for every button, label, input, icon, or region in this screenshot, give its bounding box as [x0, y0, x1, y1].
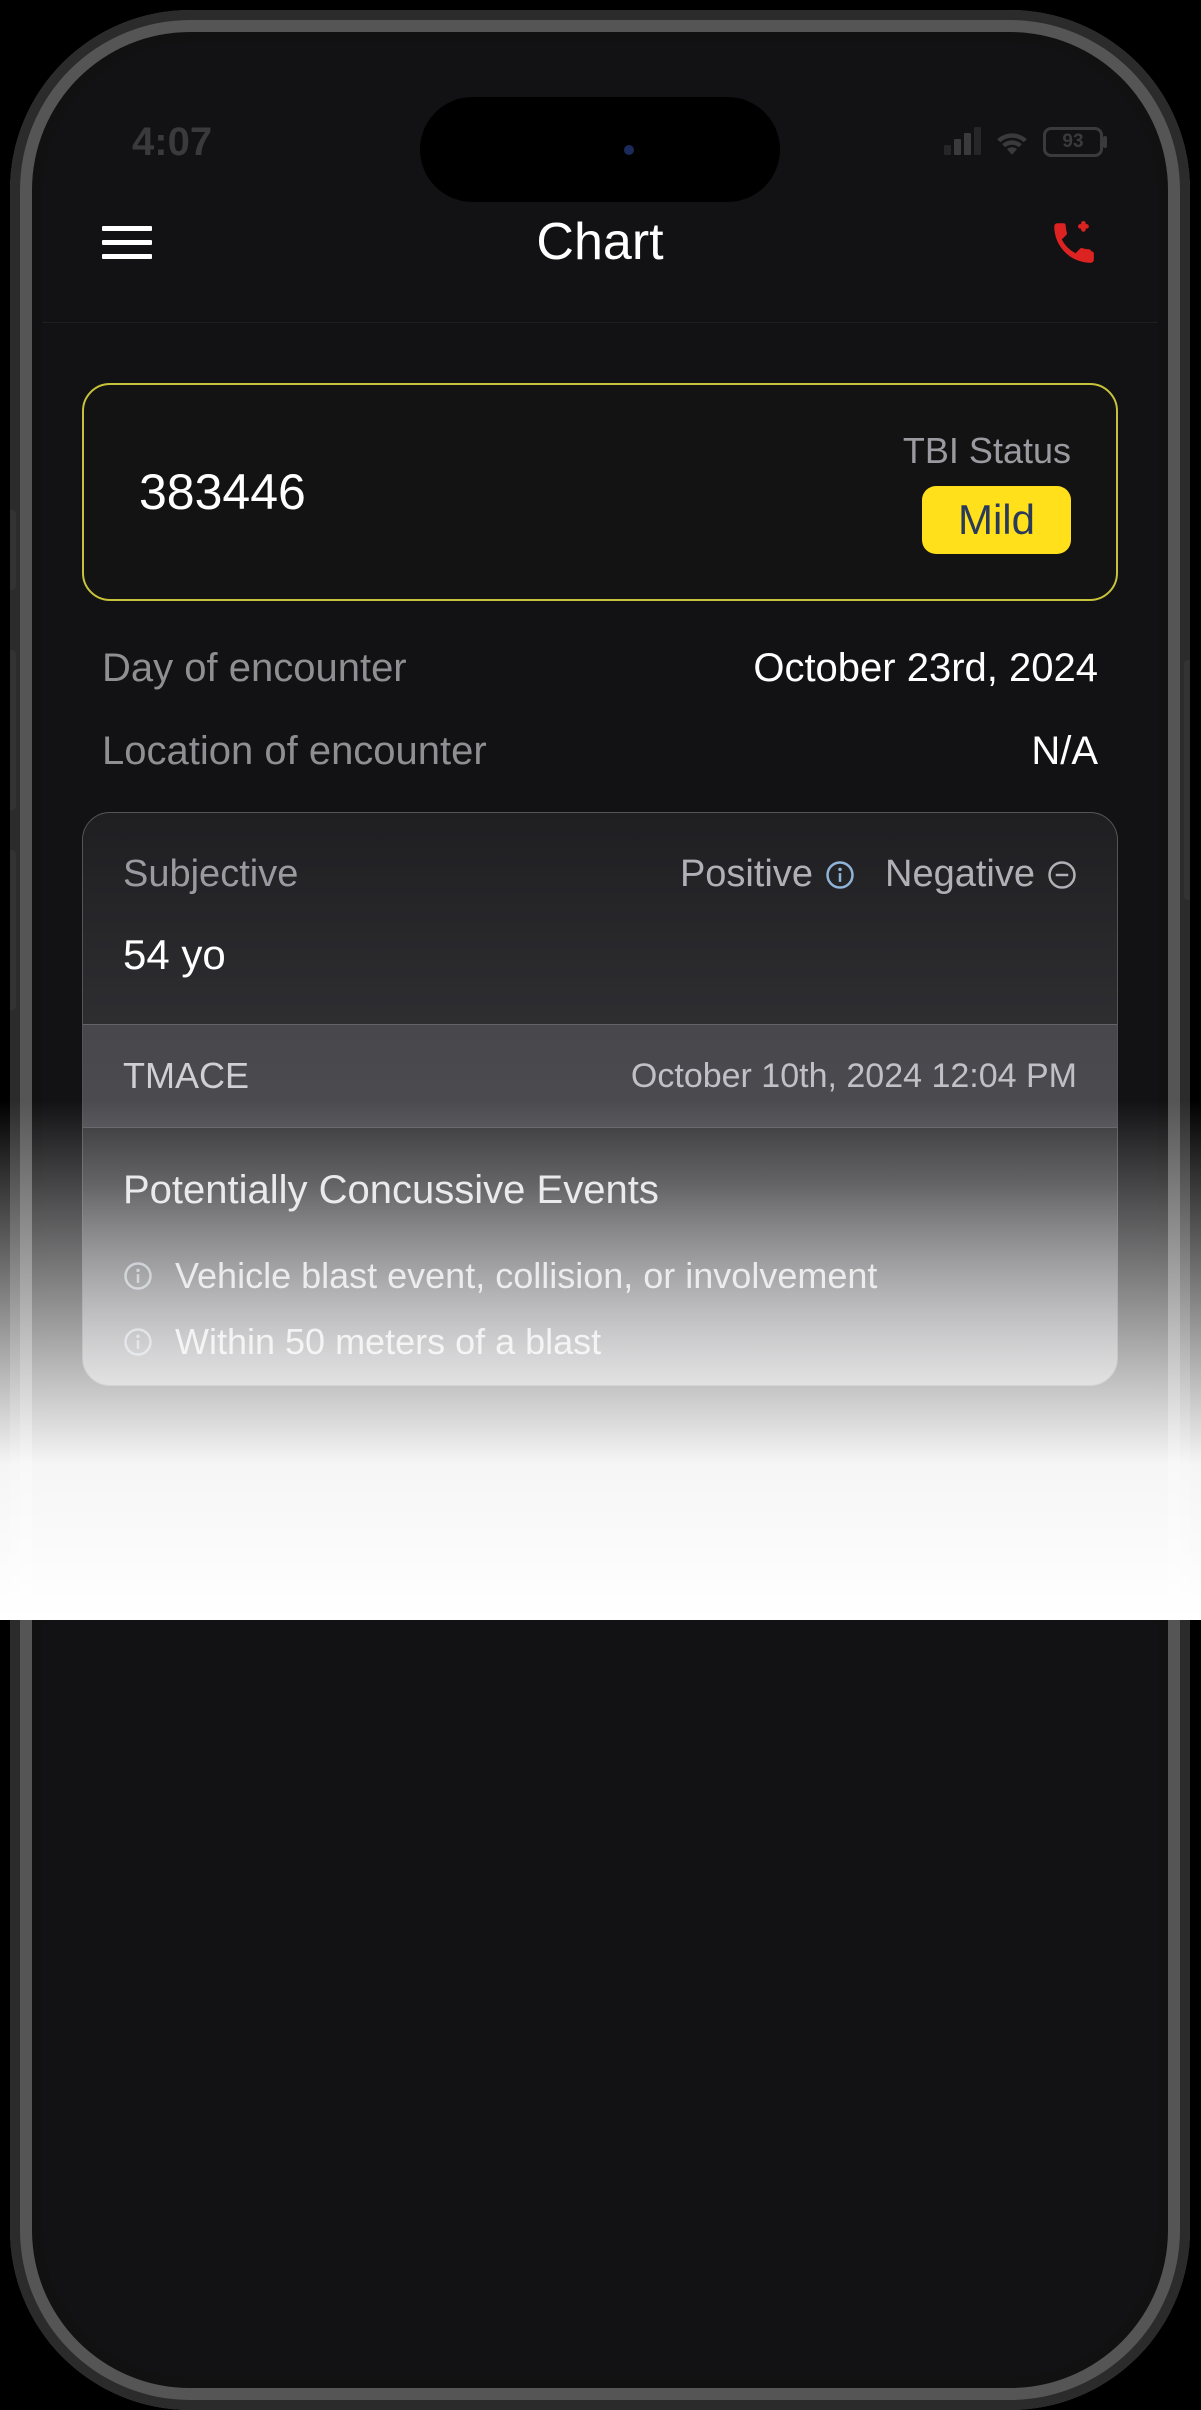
- encounter-location-label: Location of encounter: [102, 729, 487, 774]
- tbi-status-label: TBI Status: [903, 430, 1071, 472]
- tmace-timestamp: October 10th, 2024 12:04 PM: [631, 1057, 1077, 1096]
- encounter-day-value: October 23rd, 2024: [753, 646, 1098, 691]
- side-button: [10, 510, 16, 590]
- status-time: 4:07: [132, 120, 212, 165]
- encounter-day-row: Day of encounter October 23rd, 2024: [82, 646, 1118, 691]
- encounter-day-label: Day of encounter: [102, 646, 407, 691]
- page-title: Chart: [536, 212, 663, 272]
- legend-positive[interactable]: Positive: [680, 853, 855, 896]
- cellular-signal-icon: [944, 129, 981, 155]
- tbi-status-badge: Mild: [922, 486, 1071, 554]
- patient-id-card[interactable]: 383446 TBI Status Mild: [82, 383, 1118, 601]
- side-button: [10, 650, 16, 810]
- emergency-call-button[interactable]: [1048, 217, 1098, 267]
- encounter-location-row: Location of encounter N/A: [82, 729, 1118, 774]
- subjective-body: 54 yo: [83, 921, 1117, 1024]
- patient-id: 383446: [139, 463, 306, 521]
- dynamic-island: [420, 97, 780, 202]
- phone-frame: 4:07 93: [10, 10, 1190, 2410]
- pce-section: Potentially Concussive Events Vehicle bl…: [83, 1128, 1117, 1385]
- info-icon: [123, 1261, 153, 1291]
- tmace-label: TMACE: [123, 1055, 249, 1097]
- pce-item-label: Vehicle blast event, collision, or invol…: [175, 1255, 877, 1297]
- subjective-title: Subjective: [123, 853, 298, 896]
- pce-item: Within 50 meters of a blast: [123, 1309, 1077, 1375]
- pce-title: Potentially Concussive Events: [123, 1168, 1077, 1213]
- wifi-icon: [995, 129, 1029, 155]
- side-button: [1184, 660, 1190, 900]
- battery-percent: 93: [1062, 131, 1083, 153]
- minus-circle-icon: [1047, 860, 1077, 890]
- menu-icon[interactable]: [102, 226, 152, 259]
- subjective-card: Subjective Positive Negative: [82, 812, 1118, 1386]
- pce-item-label: Within 50 meters of a blast: [175, 1321, 601, 1363]
- side-button: [10, 850, 16, 1010]
- tmace-row[interactable]: TMACE October 10th, 2024 12:04 PM: [83, 1024, 1117, 1128]
- encounter-location-value: N/A: [1031, 729, 1098, 774]
- pce-item: Vehicle blast event, collision, or invol…: [123, 1243, 1077, 1309]
- info-icon: [123, 1327, 153, 1357]
- info-icon: [825, 860, 855, 890]
- legend-negative[interactable]: Negative: [885, 853, 1077, 896]
- battery-indicator: 93: [1043, 127, 1103, 157]
